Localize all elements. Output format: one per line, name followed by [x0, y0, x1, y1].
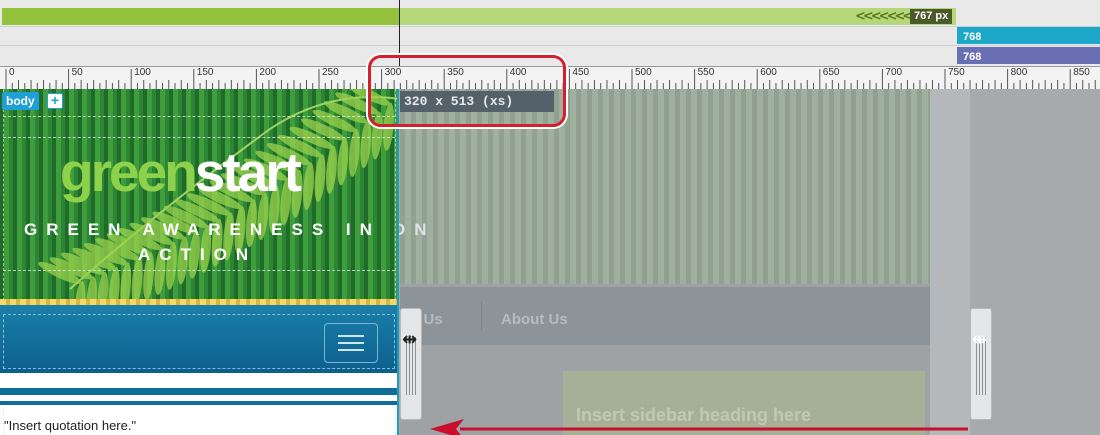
ruler-tick-label: 600 [760, 67, 777, 78]
ruler-tick-label: 0 [9, 67, 15, 78]
site-logo: greenstart [60, 140, 302, 204]
media-query-min-768-bar-2[interactable]: 768 px>>>>>>>>>>>>>>>> [957, 47, 1100, 82]
fern-leaflet [348, 129, 360, 177]
content-stripe [0, 388, 397, 395]
chevrons-left-icon: <<<<<<<< [855, 9, 921, 24]
ruler-tick-label: 700 [885, 67, 903, 78]
ruler-tick-label: 50 [71, 67, 83, 78]
guide-line [3, 270, 395, 271]
ruler-tick-label: 250 [322, 67, 339, 78]
site-header[interactable]: greenstart GREEN AWARENESS IN ACTION [0, 89, 397, 299]
media-query-min-768-bar[interactable]: 768 px>>>>>>>>>>>>>>>> [957, 27, 1100, 62]
hamburger-icon [338, 335, 364, 337]
ruler-tick-label: 550 [697, 67, 715, 78]
content-stripe [0, 401, 397, 405]
ruler-tick-label: 500 [635, 67, 652, 78]
content-spacer [0, 373, 397, 388]
hidden-nav-about-us: About Us [501, 311, 568, 328]
ruler-tick-label: 150 [196, 67, 214, 78]
fern-leaflet [108, 267, 120, 299]
logo-start-text: start [194, 141, 302, 203]
fern-leaflet [326, 145, 337, 194]
fern-leaflet [97, 271, 109, 299]
hidden-nav-bar [400, 287, 930, 345]
ruler-tick-label: 650 [822, 67, 840, 78]
guide-line [3, 137, 395, 138]
guide-line [3, 116, 395, 117]
ruler-tick-label: 800 [1010, 67, 1028, 78]
media-query-divider [0, 26, 1100, 27]
fern-leaflet [303, 162, 314, 211]
hamburger-menu-button[interactable] [324, 323, 378, 363]
nav-divider [481, 301, 482, 331]
resize-handle-right[interactable] [970, 308, 992, 420]
ruler-tick-label: 100 [134, 67, 151, 78]
add-class-button[interactable]: + [47, 93, 63, 109]
body-tag-selector[interactable]: body [2, 92, 39, 110]
ruler-tick-label: 750 [948, 67, 965, 78]
hidden-right-gutter [930, 89, 970, 435]
media-query-divider [0, 45, 1100, 46]
hamburger-icon [338, 349, 364, 351]
ruler-tick-label: 200 [259, 67, 277, 78]
media-query-max-767-active[interactable] [2, 8, 400, 25]
highlight-callout [368, 55, 566, 127]
quotation-text[interactable]: "Insert quotation here." [4, 418, 136, 433]
media-query-767-label: 767 px [910, 9, 953, 24]
fern-leaflet [86, 276, 97, 299]
resize-cursor-icon: ⇹ [972, 329, 988, 350]
hamburger-icon [338, 342, 364, 344]
ruler-tick-label: 850 [1073, 67, 1090, 78]
fern-leaflet [337, 137, 349, 186]
resize-cursor-icon: ⇹ [402, 329, 418, 350]
ruler-tick-label: 450 [572, 67, 590, 78]
resize-handle-left[interactable] [400, 308, 422, 420]
tagline-line-1: GREEN AWARENESS IN [24, 220, 381, 239]
design-view: ON ct Us About Us Insert sidebar heading… [0, 89, 1100, 435]
fern-leaflet [120, 262, 132, 299]
mobile-viewport[interactable]: greenstart GREEN AWARENESS IN ACTION "In… [0, 89, 399, 435]
fern-leaflet [314, 154, 326, 202]
tagline-line-2: ACTION [138, 245, 258, 264]
logo-green-text: green [60, 141, 198, 203]
fern-leaflet [360, 120, 372, 169]
drag-arrow-annotation [430, 419, 968, 435]
